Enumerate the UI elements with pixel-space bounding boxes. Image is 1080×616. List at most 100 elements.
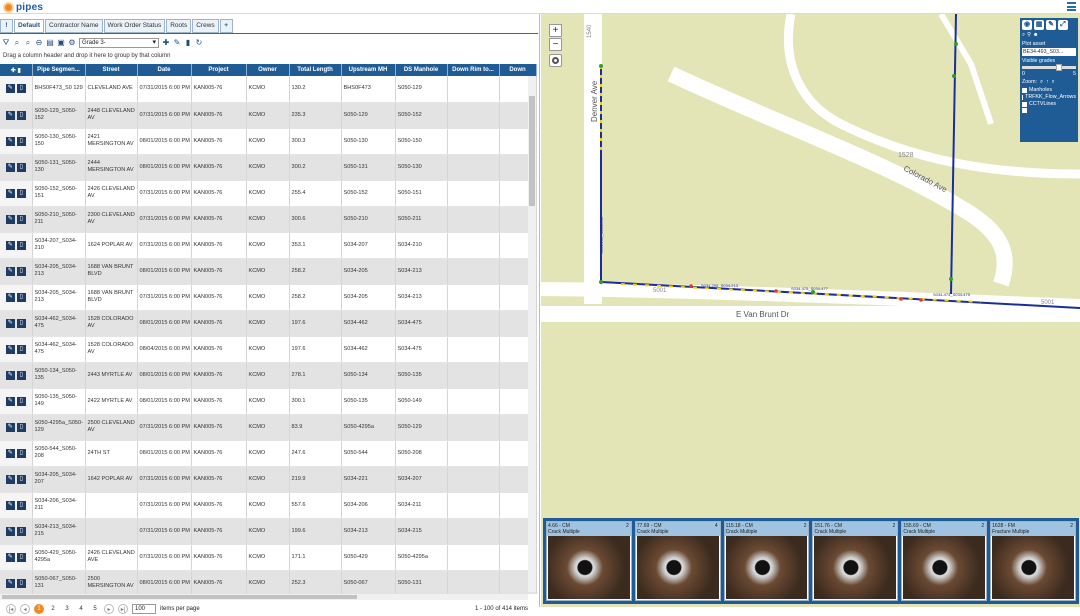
table-row[interactable]: ✎ ▯ S050-152_S050-151 2426 CLEVELAND AV 07/3… (0, 180, 537, 207)
table-row[interactable]: ✎ ▯ S050-135_S050-149 2422 MYRTLE AV 08/01/2… (0, 388, 537, 415)
layer-extra[interactable] (1022, 108, 1076, 113)
checkbox-icon[interactable] (1022, 108, 1027, 113)
tab-default[interactable]: Default (14, 19, 45, 33)
table-row[interactable]: ✎ ▯ BHS0F473_S0 129 CLEVELAND AVE 07/31/2015… (0, 76, 537, 103)
page-1-button[interactable]: 1 (34, 604, 44, 614)
tab-contractor-name[interactable]: Contractor Name (45, 19, 103, 33)
tab-crews[interactable]: Crews (192, 19, 219, 33)
edit-row-icon[interactable]: ✎ (5, 396, 15, 406)
table-row[interactable]: ✎ ▯ S050-4295a_S050-129 2500 CLEVELAND AV 07… (0, 414, 537, 441)
column-header[interactable]: Project (191, 64, 247, 76)
inspection-thumbnail[interactable]: 151.76 - CM Crack Multiple 2 (812, 521, 899, 601)
user-icon[interactable]: ☻ (1033, 32, 1039, 39)
add-row-icon[interactable]: ✚ (11, 68, 16, 74)
inspection-thumbnail[interactable]: 1628 - FM Fracture Multiple 2 (990, 521, 1076, 601)
inspection-thumbnail[interactable]: 155.69 - CM Crack Multiple 2 (901, 521, 988, 601)
zoom-out-icon[interactable]: ⌕ (1052, 79, 1055, 86)
table-row[interactable]: ✎ ▯ S050-131_S050-130 2444 MERSINGTON AV 08/… (0, 154, 537, 181)
column-header[interactable]: Upstream MH (341, 64, 396, 76)
column-header[interactable]: Date (137, 64, 192, 76)
refresh-icon[interactable]: ↻ (195, 38, 203, 47)
column-menu-icon[interactable]: ▮ (17, 68, 20, 74)
zoom-out-button[interactable]: − (549, 38, 562, 51)
edit-row-icon[interactable]: ✎ (5, 552, 15, 562)
checkbox-icon[interactable] (1022, 87, 1027, 93)
app-logo[interactable]: pipes (3, 1, 43, 13)
actions-header[interactable]: ✚ ▮ (0, 64, 33, 76)
view-row-icon[interactable]: ▯ (16, 396, 26, 406)
edit-row-icon[interactable]: ✎ (5, 318, 15, 328)
view-row-icon[interactable]: ▯ (16, 422, 26, 432)
tab-roots[interactable]: Roots (166, 19, 192, 33)
edit-row-icon[interactable]: ✎ (5, 448, 15, 458)
edit-row-icon[interactable]: ✎ (5, 84, 15, 94)
table-row[interactable]: ✎ ▯ S050-067_S050-131 2500 MERSINGTON AV 08/… (0, 570, 537, 594)
table-row[interactable]: ✎ ▯ S050-134_S050-135 2443 MYRTLE AV 08/01/2… (0, 362, 537, 389)
view-row-icon[interactable]: ▯ (16, 292, 26, 302)
view-row-icon[interactable]: ▯ (16, 162, 26, 172)
edit-row-icon[interactable]: ✎ (5, 292, 15, 302)
edit-row-icon[interactable]: ✎ (5, 344, 15, 354)
table-row[interactable]: ✎ ▯ S050-429_S050-4295a 2426 CLEVELAND AVE 0… (0, 544, 537, 571)
table-row[interactable]: ✎ ▯ S050-130_S050-150 2421 MERSINGTON AV 08/… (0, 128, 537, 155)
first-page-button[interactable]: |◂ (6, 604, 16, 614)
view-row-icon[interactable]: ▯ (16, 370, 26, 380)
add-icon[interactable]: ✚ (162, 38, 170, 47)
edit-row-icon[interactable]: ✎ (5, 578, 15, 588)
edit-row-icon[interactable]: ✎ (5, 266, 15, 276)
layer-cctv-lines[interactable]: CCTVLines (1022, 101, 1076, 107)
edit-row-icon[interactable]: ✎ (5, 240, 15, 250)
inspection-thumbnail[interactable]: 4.66 - CM Crack Multiple 2 (546, 521, 632, 601)
zoom-in-icon[interactable]: ⌕ (1040, 79, 1043, 86)
edit-row-icon[interactable]: ✎ (5, 110, 15, 120)
checkbox-icon[interactable] (1022, 94, 1024, 100)
edit-row-icon[interactable]: ✎ (5, 500, 15, 510)
column-header[interactable]: Total Length (289, 64, 342, 76)
view-row-icon[interactable]: ▯ (16, 110, 26, 120)
view-row-icon[interactable]: ▯ (16, 84, 26, 94)
view-row-icon[interactable]: ▯ (16, 318, 26, 328)
table-row[interactable]: ✎ ▯ S034-213_S034-215 07/31/2015 6:00 PM KAN… (0, 518, 537, 545)
view-row-icon[interactable]: ▯ (16, 500, 26, 510)
map-view[interactable]: Denver Ave Colorado Ave E Van Brunt Dr 1… (541, 14, 1080, 607)
table-row[interactable]: ✎ ▯ S034-206_S034-211 07/31/2015 6:00 PM KAN… (0, 492, 537, 519)
grid-vertical-scrollbar[interactable] (528, 76, 536, 592)
view-row-icon[interactable]: ▯ (16, 552, 26, 562)
page-5-button[interactable]: 5 (90, 604, 100, 614)
search-icon[interactable]: ⌕ (1022, 32, 1025, 39)
edit-row-icon[interactable]: ✎ (5, 162, 15, 172)
table-row[interactable]: ✎ ▯ S034-462_S034-475 1528 COLORADO AV 08/01… (0, 310, 537, 337)
column-header[interactable]: Down (499, 64, 537, 76)
layer-manholes[interactable]: Manholes (1022, 87, 1076, 93)
filter-icon[interactable]: ⛛ (2, 38, 10, 47)
table-row[interactable]: ✎ ▯ S034-205_S034-213 1688 VAN BRUNT BLVD 08… (0, 258, 537, 285)
column-header[interactable]: Owner (246, 64, 290, 76)
edit-row-icon[interactable]: ✎ (5, 136, 15, 146)
table-row[interactable]: ✎ ▯ S050-544_S050-208 24TH ST 08/01/2015 6:0… (0, 440, 537, 467)
prev-page-button[interactable]: ◂ (20, 604, 30, 614)
next-page-button[interactable]: ▸ (104, 604, 114, 614)
per-page-select[interactable]: 100 (132, 604, 156, 614)
column-header[interactable]: Pipe Segmen... (32, 64, 86, 76)
column-header[interactable]: DS Manhole (395, 64, 448, 76)
zoom-in-button[interactable]: + (549, 24, 562, 37)
view-row-icon[interactable]: ▯ (16, 214, 26, 224)
edit-row-icon[interactable]: ✎ (5, 214, 15, 224)
table-row[interactable]: ✎ ▯ S050-210_S050-211 2300 CLEVELAND AV 07/3… (0, 206, 537, 233)
zoom-up-icon[interactable]: ↑ (1046, 79, 1049, 86)
view-row-icon[interactable]: ▯ (16, 188, 26, 198)
column-header[interactable]: Down Rim to... (447, 64, 500, 76)
checkbox-icon[interactable] (1022, 101, 1027, 107)
view-row-icon[interactable]: ▯ (16, 474, 26, 484)
layer-flow-arrows[interactable]: TRFKK_Flow_Arrows (1022, 94, 1076, 100)
layers-icon[interactable]: ◉ (1022, 20, 1032, 30)
zoom-out-icon[interactable]: ⊖ (35, 38, 43, 47)
grid-icon[interactable]: ▦ (1034, 20, 1044, 30)
edit-row-icon[interactable]: ✎ (5, 370, 15, 380)
add-tab-button[interactable]: + (219, 19, 233, 33)
view-row-icon[interactable]: ▯ (16, 344, 26, 354)
last-page-button[interactable]: ▸| (118, 604, 128, 614)
print-icon[interactable]: ▤ (46, 38, 54, 47)
pin-icon[interactable]: ⚲ (1027, 32, 1031, 39)
edit-row-icon[interactable]: ✎ (5, 474, 15, 484)
